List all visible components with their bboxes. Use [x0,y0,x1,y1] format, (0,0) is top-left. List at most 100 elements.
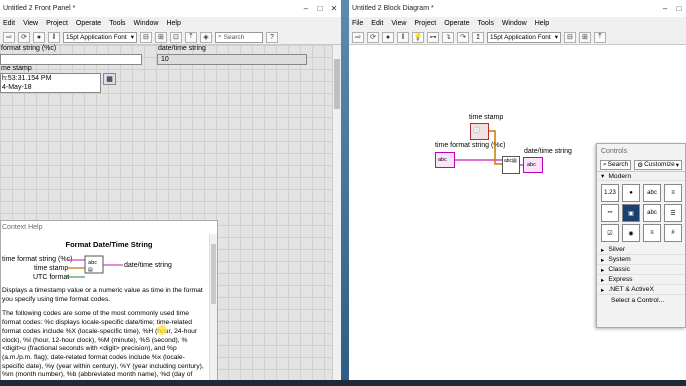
maximize-icon[interactable]: □ [672,0,686,17]
run-continuous-icon[interactable]: ⟳ [367,31,379,43]
pause-icon[interactable]: ‖ [48,31,60,43]
front-panel-toolbar: ⇨ ⟳ ● ‖ 15pt Application Font ▾ ⊟ ⊞ ⊡ ⤒ ◈… [0,30,341,45]
run-icon[interactable]: ⇨ [3,31,15,43]
run-icon[interactable]: ⇨ [352,31,364,43]
cleanup-icon[interactable]: ◈ [199,31,212,43]
help-icon[interactable]: ? [265,31,278,43]
front-panel-scrollbar[interactable] [332,45,341,386]
menu-tools[interactable]: Tools [109,20,125,27]
menu-view[interactable]: View [391,20,406,27]
distribute-icon[interactable]: ⊞ [154,31,167,43]
datetime-string-value: 10 [161,56,169,63]
path-palette-icon[interactable]: abc [643,204,661,222]
timestamp-control[interactable]: h:53:31.154 PM 4-May-18 [0,73,101,93]
menu-window[interactable]: Window [502,20,527,27]
distribute-icon[interactable]: ⊞ [578,31,591,43]
menu-project[interactable]: Project [414,20,436,27]
search-input[interactable]: ⌕ Search [214,31,263,43]
array-palette-icon[interactable]: ⎓ [601,204,619,222]
chevron-down-icon: ▾ [601,173,605,180]
datetime-string-indicator: 10 [157,54,307,65]
step-out-icon[interactable]: ↥ [472,31,484,43]
boolean-palette-icon[interactable]: ● [622,184,640,202]
font-select[interactable]: 15pt Application Font ▾ [487,31,561,43]
step-over-icon[interactable]: ↷ [457,31,469,43]
front-panel-titlebar: Untitled 2 Front Panel * – □ ✕ [0,0,341,17]
palette-category-silver[interactable]: ▸ Silver [597,245,685,255]
list-palette-icon[interactable]: ≡ [664,184,682,202]
palette-search-button[interactable]: ⌕ Search [600,159,632,170]
minimize-icon[interactable]: – [299,0,313,17]
timestamp-label: me stamp [1,65,32,72]
palette-category-express[interactable]: ▸ Express [597,275,685,285]
context-help-scrollbar[interactable] [209,234,217,386]
minimize-icon[interactable]: – [658,0,672,17]
checkbox-palette-icon[interactable]: ☑ [601,224,619,242]
block-diagram-titlebar: Untitled 2 Block Diagram * – □ [349,0,686,17]
context-help-header: Context Help [2,224,43,231]
menu-window[interactable]: Window [134,20,159,27]
menu-view[interactable]: View [23,20,38,27]
calendar-icon[interactable]: ▦ [103,73,116,85]
close-icon[interactable]: ✕ [327,0,341,17]
abort-icon[interactable]: ● [382,31,394,43]
menu-edit[interactable]: Edit [371,20,383,27]
term-format: time format string (%c) [2,256,73,263]
format-string-control[interactable] [0,54,142,65]
menu-file[interactable]: File [352,20,363,27]
resize-icon[interactable]: ⊡ [169,31,182,43]
menu-operate[interactable]: Operate [76,20,101,27]
pause-icon[interactable]: ‖ [397,31,409,43]
datetime-string-label: date/time string [158,45,206,52]
search-icon: ⌕ [603,160,607,168]
table-palette-icon[interactable]: ≡ [643,224,661,242]
step-into-icon[interactable]: ↴ [442,31,454,43]
string-palette-icon[interactable]: abc [643,184,661,202]
menu-help[interactable]: Help [535,20,549,27]
font-select[interactable]: 15pt Application Font ▾ [63,31,137,43]
graph-palette-icon[interactable]: ▣ [622,204,640,222]
timestamp-time: h:53:31.154 PM [2,75,52,82]
highlight-execution-icon[interactable]: 💡 [412,31,424,43]
menu-edit[interactable]: Edit [3,20,15,27]
palette-category-label: System [608,256,631,263]
palette-category-label: Modern [608,172,632,180]
chevron-right-icon: ▸ [601,256,605,264]
palette-category-dotnet[interactable]: ▸ .NET & ActiveX [597,285,685,295]
chevron-right-icon: ▸ [601,246,605,254]
menu-tools[interactable]: Tools [477,20,493,27]
palette-category-modern[interactable]: ▾ Modern [597,171,685,181]
connector-wires: abc ▤ [67,255,123,278]
numeric-palette-icon[interactable]: 1.23 [601,184,619,202]
palette-category-label: Classic [608,266,630,273]
reorder-icon[interactable]: ⤒ [184,31,197,43]
menu-project[interactable]: Project [46,20,68,27]
align-icon[interactable]: ⊟ [563,31,576,43]
reorder-icon[interactable]: ⤒ [593,31,606,43]
palette-customize-button[interactable]: ⚙ Customize ▾ [634,159,683,170]
context-help-window: Context Help Format Date/Time String tim… [0,220,218,386]
block-diagram-toolbar: ⇨ ⟳ ● ‖ 💡 ⊶ ↴ ↷ ↥ 15pt Application Font ▾… [349,30,686,45]
io-palette-icon[interactable]: ☰ [664,204,682,222]
run-continuous-icon[interactable]: ⟳ [18,31,30,43]
radio-palette-icon[interactable]: ◉ [622,224,640,242]
menu-help[interactable]: Help [166,20,180,27]
retain-wire-values-icon[interactable]: ⊶ [427,31,439,43]
front-panel-menubar: Edit View Project Operate Tools Window H… [0,17,341,30]
maximize-icon[interactable]: □ [313,0,327,17]
align-icon[interactable]: ⊟ [139,31,152,43]
variant-palette-icon[interactable]: # [664,224,682,242]
abort-icon[interactable]: ● [33,31,45,43]
desktop-background [341,0,349,386]
cursor-highlight [157,325,167,335]
palette-category-system[interactable]: ▸ System [597,255,685,265]
menu-operate[interactable]: Operate [444,20,469,27]
palette-category-classic[interactable]: ▸ Classic [597,265,685,275]
scrollbar-thumb[interactable] [334,59,340,109]
palette-category-label: Express [608,276,633,283]
term-output: date/time string [124,262,172,269]
gear-icon: ⚙ [637,161,644,169]
scrollbar-thumb[interactable] [211,244,216,304]
select-a-control-item[interactable]: Select a Control... [597,295,685,306]
chevron-right-icon: ▸ [601,276,605,284]
